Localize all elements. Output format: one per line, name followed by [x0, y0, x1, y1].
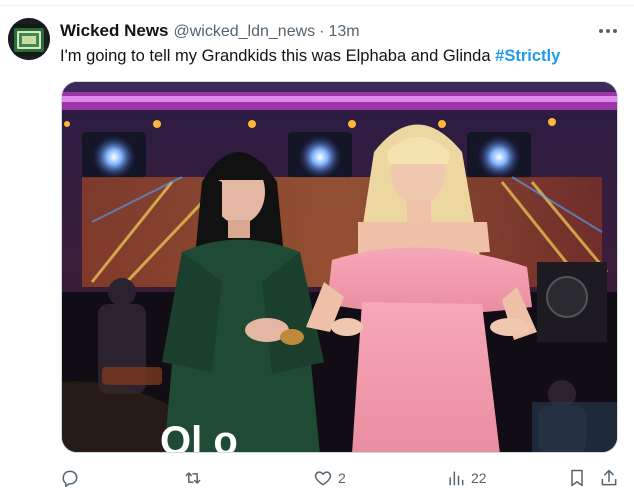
heart-icon — [314, 471, 332, 486]
avatar[interactable] — [8, 18, 50, 60]
tweet-text: I'm going to tell my Grandkids this was … — [60, 44, 618, 68]
reply-icon — [62, 470, 78, 488]
reply-button[interactable] — [60, 467, 80, 489]
tweet-actions: 2 22 — [0, 462, 634, 492]
display-name[interactable]: Wicked News — [60, 21, 169, 41]
views-icon — [449, 471, 464, 486]
bookmark-button[interactable] — [567, 467, 587, 489]
share-button[interactable] — [599, 467, 619, 489]
separator-dot: · — [319, 23, 325, 40]
avatar-image — [8, 18, 50, 60]
share-icon — [601, 469, 617, 486]
bookmark-icon — [571, 469, 583, 487]
tweet-header: Wicked News @wicked_ldn_news · 13m — [60, 21, 594, 43]
like-button[interactable]: 2 — [313, 467, 346, 489]
timestamp[interactable]: 13m — [328, 23, 359, 41]
hashtag-link[interactable]: #Strictly — [495, 47, 560, 65]
top-divider — [0, 5, 634, 6]
tweet-body: I'm going to tell my Grandkids this was … — [60, 47, 491, 65]
retweet-icon — [185, 472, 201, 484]
media-photo: Ol o — [62, 82, 617, 453]
more-options-icon[interactable] — [596, 22, 620, 40]
user-handle[interactable]: @wicked_ldn_news — [174, 23, 316, 41]
retweet-button[interactable] — [183, 467, 203, 489]
like-count: 2 — [338, 470, 346, 486]
views-button[interactable]: 22 — [446, 467, 487, 489]
media-caption-fragment: Ol o — [160, 419, 238, 453]
tweet-media[interactable]: Ol o — [61, 81, 618, 453]
views-count: 22 — [471, 470, 487, 486]
